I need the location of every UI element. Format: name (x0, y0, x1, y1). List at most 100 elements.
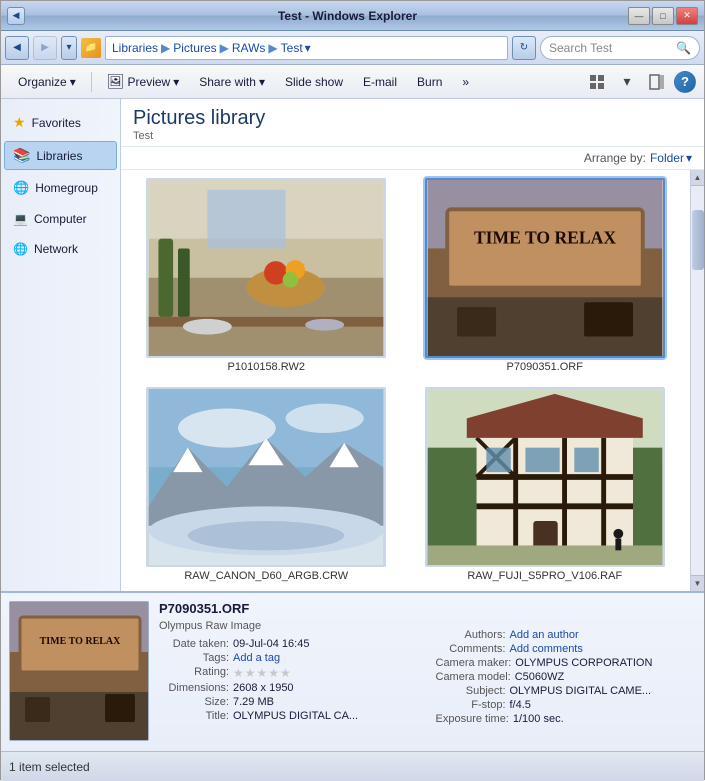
info-comments-row: Comments: Add comments (436, 643, 697, 655)
breadcrumb[interactable]: Libraries ▶ Pictures ▶ RAWs ▶ Test ▾ (105, 36, 508, 60)
thumbnail-image-2: TIME TO RELAX (425, 178, 665, 358)
arrange-folder-button[interactable]: Folder ▾ (650, 151, 692, 165)
info-authors-key: Authors: (436, 629, 506, 641)
search-bar[interactable]: Search Test 🔍 (540, 36, 700, 60)
sidebar-section-favorites: ★ Favorites (1, 108, 120, 137)
address-bar: ◀ ▶ ▾ 📁 Libraries ▶ Pictures ▶ RAWs ▶ Te… (1, 31, 704, 65)
info-exposure-val: 1/100 sec. (513, 713, 564, 725)
burn-button[interactable]: Burn (408, 69, 451, 95)
info-panel: TIME TO RELAX P7090351.ORF Olympus Raw I… (1, 591, 704, 751)
info-comments-val[interactable]: Add comments (510, 643, 583, 655)
info-tags-val[interactable]: Add a tag (233, 652, 280, 664)
info-exposure-key: Exposure time: (436, 713, 509, 725)
back-button[interactable]: ◀ (5, 36, 29, 60)
info-camera-maker-key: Camera maker: (436, 657, 512, 669)
breadcrumb-dropdown[interactable]: ▾ (305, 41, 311, 55)
info-size-val: 7.29 MB (233, 696, 274, 708)
info-fstop-key: F-stop: (436, 699, 506, 711)
info-camera-model-val: C5060WZ (515, 671, 565, 683)
sidebar-item-computer[interactable]: 💻 Computer (4, 206, 117, 232)
preview-arrow: ▾ (173, 75, 179, 89)
organize-arrow: ▾ (70, 75, 76, 89)
thumbnail-item-4[interactable]: RAW_FUJI_S5PRO_V106.RAF (412, 387, 679, 584)
share-button[interactable]: Share with ▾ (190, 69, 274, 95)
sidebar: ★ Favorites 📚 Libraries 🌐 Homegroup 💻 Co… (1, 99, 121, 591)
svg-text:TIME TO RELAX: TIME TO RELAX (40, 636, 122, 647)
breadcrumb-sep2: ▶ (220, 41, 229, 55)
arrange-bar: Arrange by: Folder ▾ (121, 147, 704, 170)
sidebar-section-computer: 💻 Computer (1, 206, 120, 232)
scrollbar-up-arrow[interactable]: ▲ (691, 170, 705, 186)
thumbnail-image-1 (146, 178, 386, 358)
info-right-col: Authors: Add an author Comments: Add com… (436, 629, 697, 743)
network-label: Network (34, 242, 78, 256)
preview-icon: 🖼 (107, 73, 125, 90)
info-date-val: 09-Jul-04 16:45 (233, 638, 309, 650)
title-back-btn[interactable]: ◀ (7, 7, 25, 25)
breadcrumb-libraries[interactable]: Libraries (112, 41, 158, 55)
refresh-button[interactable]: ↻ (512, 36, 536, 60)
more-button[interactable]: » (453, 69, 478, 95)
close-button[interactable]: ✕ (676, 7, 698, 25)
info-filetype: Olympus Raw Image (159, 620, 420, 632)
window-controls: — □ ✕ (628, 7, 698, 25)
sidebar-item-network[interactable]: 🌐 Network (4, 236, 117, 262)
info-details: P7090351.ORF Olympus Raw Image Date take… (159, 601, 696, 743)
info-authors-val[interactable]: Add an author (510, 629, 579, 641)
thumbnail-image-4 (425, 387, 665, 567)
thumbnail-label-2: P7090351.ORF (507, 361, 583, 373)
info-size-key: Size: (159, 696, 229, 708)
search-icon: 🔍 (676, 41, 691, 55)
info-tags-row: Tags: Add a tag (159, 652, 420, 664)
sidebar-item-libraries[interactable]: 📚 Libraries (4, 141, 117, 170)
info-dimensions-row: Dimensions: 2608 x 1950 (159, 682, 420, 694)
scrollbar-thumb[interactable] (692, 210, 704, 270)
minimize-button[interactable]: — (628, 7, 650, 25)
breadcrumb-raws[interactable]: RAWs (232, 41, 266, 55)
info-size-row: Size: 7.29 MB (159, 696, 420, 708)
info-subject-val: OLYMPUS DIGITAL CAME... (510, 685, 652, 697)
thumbnail-item-2[interactable]: TIME TO RELAX P7090351.ORF (412, 178, 679, 375)
recent-button[interactable]: ▾ (61, 36, 77, 60)
thumbnail-item-3[interactable]: RAW_CANON_D60_ARGB.CRW (133, 387, 400, 584)
sidebar-section-homegroup: 🌐 Homegroup (1, 174, 120, 202)
preview-pane-btn[interactable] (644, 69, 670, 95)
view-dropdown-btn[interactable]: ▾ (614, 69, 640, 95)
thumbnail-item-1[interactable]: P1010158.RW2 (133, 178, 400, 375)
sidebar-item-favorites[interactable]: ★ Favorites (4, 108, 117, 137)
info-rating-stars[interactable]: ★★★★★ (233, 666, 292, 680)
computer-icon: 💻 (13, 212, 28, 226)
info-title-val: OLYMPUS DIGITAL CA... (233, 710, 358, 722)
sidebar-item-homegroup[interactable]: 🌐 Homegroup (4, 174, 117, 202)
computer-label: Computer (34, 212, 87, 226)
info-camera-model-key: Camera model: (436, 671, 511, 683)
info-dimensions-key: Dimensions: (159, 682, 229, 694)
email-button[interactable]: E-mail (354, 69, 406, 95)
info-date-key: Date taken: (159, 638, 229, 650)
breadcrumb-pictures[interactable]: Pictures (173, 41, 216, 55)
toolbar-right: ▾ ? (584, 69, 696, 95)
scrollbar-down-arrow[interactable]: ▼ (691, 575, 705, 591)
organize-label: Organize (18, 75, 67, 89)
organize-button[interactable]: Organize ▾ (9, 69, 85, 95)
view-large-icon[interactable] (584, 69, 610, 95)
preview-button[interactable]: 🖼 Preview ▾ (98, 69, 189, 95)
help-button[interactable]: ? (674, 71, 696, 93)
arrange-folder-label: Folder (650, 151, 684, 165)
slideshow-button[interactable]: Slide show (276, 69, 352, 95)
share-label: Share with (199, 75, 256, 89)
forward-button[interactable]: ▶ (33, 36, 57, 60)
libraries-label: Libraries (36, 149, 82, 163)
homegroup-label: Homegroup (35, 181, 98, 195)
info-thumbnail: TIME TO RELAX (9, 601, 149, 741)
thumbnail-label-1: P1010158.RW2 (228, 361, 305, 373)
title-bar: ◀ Test - Windows Explorer — □ ✕ (1, 1, 704, 31)
toolbar: Organize ▾ 🖼 Preview ▾ Share with ▾ Slid… (1, 65, 704, 99)
favorites-label: Favorites (32, 116, 81, 130)
info-comments-key: Comments: (436, 643, 506, 655)
info-camera-maker-val: OLYMPUS CORPORATION (515, 657, 652, 669)
breadcrumb-test[interactable]: Test (281, 41, 303, 55)
status-text: 1 item selected (9, 760, 90, 774)
window-title: Test - Windows Explorer (67, 9, 628, 23)
maximize-button[interactable]: □ (652, 7, 674, 25)
